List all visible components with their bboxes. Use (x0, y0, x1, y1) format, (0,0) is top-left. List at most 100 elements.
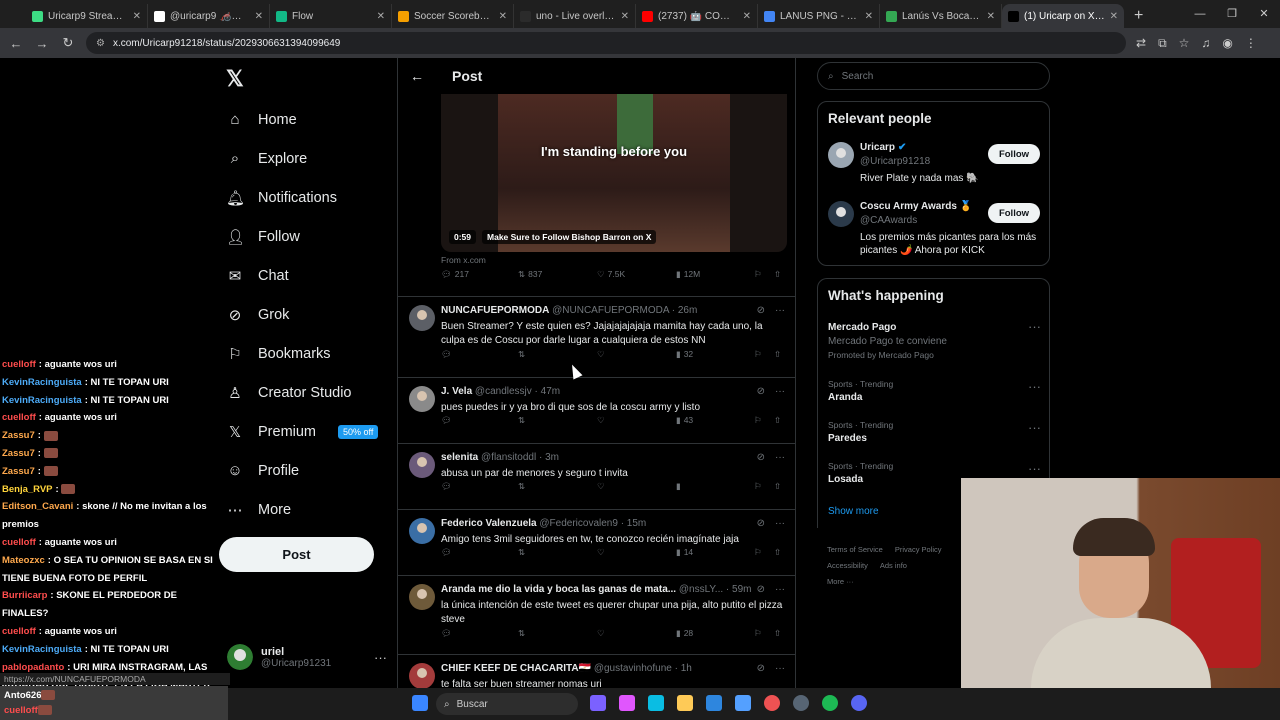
reply-tweet[interactable]: J. Vela @candlessjv · 47m ⊘ ··· pues puedes… (398, 377, 795, 443)
views-button[interactable]: ▮ 12M (676, 269, 700, 280)
back-icon[interactable]: ← (8, 36, 24, 51)
close-tab-icon[interactable]: ✕ (377, 11, 385, 22)
more-icon[interactable]: ··· (1028, 461, 1041, 476)
like-button[interactable]: ♡ (597, 547, 605, 558)
browser-tab[interactable]: (2737) 🤖 COMO PO ✕ (636, 4, 758, 28)
like-button[interactable]: ♡ (597, 628, 605, 639)
reply-tweet[interactable]: Aranda me dio la vida y boca las ganas d… (398, 575, 795, 654)
translate-icon[interactable]: ⇄ (1136, 36, 1146, 51)
sidebar-item-profile[interactable]: ☺ Profile (226, 451, 378, 490)
more-icon[interactable]: ··· (775, 518, 785, 529)
reply-button[interactable]: 💬︎ (441, 349, 452, 360)
sidebar-item-premium[interactable]: 𝕏 Premium 50% off (226, 412, 379, 451)
discord-icon[interactable] (851, 695, 867, 711)
like-button[interactable]: ♡ 7.5K (597, 269, 625, 280)
more-icon[interactable]: ··· (775, 305, 785, 316)
chrome-icon[interactable] (764, 695, 780, 711)
taskbar-search[interactable]: ⌕ Buscar (436, 693, 578, 715)
spotify-icon[interactable] (822, 695, 838, 711)
author-name[interactable]: selenita (441, 452, 478, 463)
like-button[interactable]: ♡ (597, 349, 605, 360)
more-icon[interactable]: ··· (1028, 420, 1041, 435)
windows-start-icon[interactable] (412, 695, 428, 711)
show-more-link[interactable]: Show more (828, 506, 879, 517)
browser-tab[interactable]: uno - Live overlays fo ✕ (514, 4, 636, 28)
sidebar-item-grok[interactable]: ⊘ Grok (226, 295, 378, 334)
menu-icon[interactable]: ⋮ (1245, 36, 1257, 51)
views-button[interactable]: ▮ 43 (676, 415, 693, 426)
account-switcher[interactable]: uriel @Uricarp91231 ··· (227, 644, 387, 670)
sidebar-item-follow[interactable]: 👤︎ Follow (226, 217, 378, 256)
avatar[interactable] (828, 142, 854, 168)
reply-button[interactable]: 💬︎ (441, 415, 452, 426)
author-name[interactable]: Aranda me dio la vida y boca las ganas d… (441, 584, 676, 595)
close-tab-icon[interactable]: ✕ (743, 11, 751, 22)
sidebar-item-chat[interactable]: ✉ Chat (226, 256, 378, 295)
browser-tab[interactable]: (1) Uricarp on X: "A q ✕ (1002, 4, 1124, 28)
grok-icon[interactable]: ⊘ (757, 663, 765, 674)
bookmark-button[interactable]: ⚐ (754, 269, 762, 280)
media-icon[interactable]: ♫ (1201, 36, 1210, 51)
reply-tweet[interactable]: Federico Valenzuela @Federicovalen9 · 15… (398, 509, 795, 575)
views-button[interactable]: ▮ 28 (676, 628, 693, 639)
close-tab-icon[interactable]: ✕ (1110, 11, 1118, 22)
edge-icon[interactable] (648, 695, 664, 711)
reply-tweet[interactable]: selenita @flansitoddl · 3m ⊘ ··· abusa un p… (398, 443, 795, 509)
more-icon[interactable]: ··· (775, 452, 785, 463)
sidebar-item-more[interactable]: ⋯ More (226, 490, 378, 529)
share-button[interactable]: ⇧ (774, 349, 781, 360)
reply-button[interactable]: 💬︎ (441, 628, 452, 639)
author-name[interactable]: NUNCAFUEPORMODA (441, 305, 549, 316)
avatar[interactable] (409, 518, 435, 544)
author-name[interactable]: J. Vela (441, 386, 472, 397)
footer-link[interactable]: Privacy Policy (895, 542, 942, 558)
follow-button[interactable]: Follow (988, 203, 1040, 223)
new-tab-icon[interactable]: + (1124, 4, 1153, 28)
avatar[interactable] (409, 663, 435, 689)
repost-button[interactable]: ⇅ (518, 415, 525, 426)
repost-button[interactable]: ⇅ (518, 349, 525, 360)
post-button[interactable]: Post (219, 537, 374, 572)
sidebar-item-notifications[interactable]: 🔔︎ Notifications (226, 178, 378, 217)
person-name[interactable]: Coscu Army Awards 🏅 (860, 201, 975, 212)
trend-item[interactable]: Sports · Trending Aranda ··· (828, 379, 1041, 403)
trend-item[interactable]: Sports · Trending Paredes ··· (828, 420, 1041, 444)
teams-icon[interactable] (590, 695, 606, 711)
footer-link[interactable]: Terms of Service (827, 542, 883, 558)
site-info-icon[interactable]: ⚙ (96, 38, 105, 49)
grok-icon[interactable]: ⊘ (757, 305, 765, 316)
browser-tab[interactable]: Flow ✕ (270, 4, 392, 28)
grok-icon[interactable]: ⊘ (757, 452, 765, 463)
star-icon[interactable]: ☆ (1179, 36, 1190, 51)
follow-button[interactable]: Follow (988, 144, 1040, 164)
x-logo[interactable]: 𝕏 (226, 66, 244, 92)
outlook-icon[interactable] (735, 695, 751, 711)
browser-tab[interactable]: LANUS PNG - Buscar ✕ (758, 4, 880, 28)
grok-icon[interactable]: ⊘ (757, 386, 765, 397)
obs-icon[interactable] (793, 695, 809, 711)
author-name[interactable]: CHIEF KEEF DE CHACARITA🇪🇬 (441, 663, 591, 674)
share-button[interactable]: ⇧ (774, 628, 781, 639)
share-button[interactable]: ⇧ (774, 269, 781, 280)
sidebar-item-bookmarks[interactable]: ⚐ Bookmarks (226, 334, 378, 373)
close-tab-icon[interactable]: ✕ (255, 11, 263, 22)
browser-tab[interactable]: @uricarp9 🦽🦽 #fu ✕ (148, 4, 270, 28)
explorer-icon[interactable] (677, 695, 693, 711)
sidebar-item-creator-studio[interactable]: ♙ Creator Studio (226, 373, 378, 412)
author-name[interactable]: Federico Valenzuela (441, 518, 537, 529)
copilot-icon[interactable] (619, 695, 635, 711)
reply-button[interactable]: 💬︎ (441, 547, 452, 558)
bookmark-button[interactable]: ⚐ (754, 481, 762, 492)
grok-icon[interactable]: ⊘ (757, 518, 765, 529)
browser-tab[interactable]: Lanús Vs Boca Junior ✕ (880, 4, 1002, 28)
close-tab-icon[interactable]: ✕ (621, 11, 629, 22)
browser-tab[interactable]: Uricarp9 Stream - Wa ✕ (26, 4, 148, 28)
forward-icon[interactable]: → (34, 36, 50, 51)
avatar[interactable] (409, 386, 435, 412)
avatar[interactable] (409, 452, 435, 478)
share-button[interactable]: ⇧ (774, 481, 781, 492)
bookmark-button[interactable]: ⚐ (754, 547, 762, 558)
install-icon[interactable]: ⧉ (1158, 36, 1167, 51)
maximize-icon[interactable]: ❐ (1216, 0, 1248, 28)
more-icon[interactable]: ··· (1028, 319, 1041, 334)
